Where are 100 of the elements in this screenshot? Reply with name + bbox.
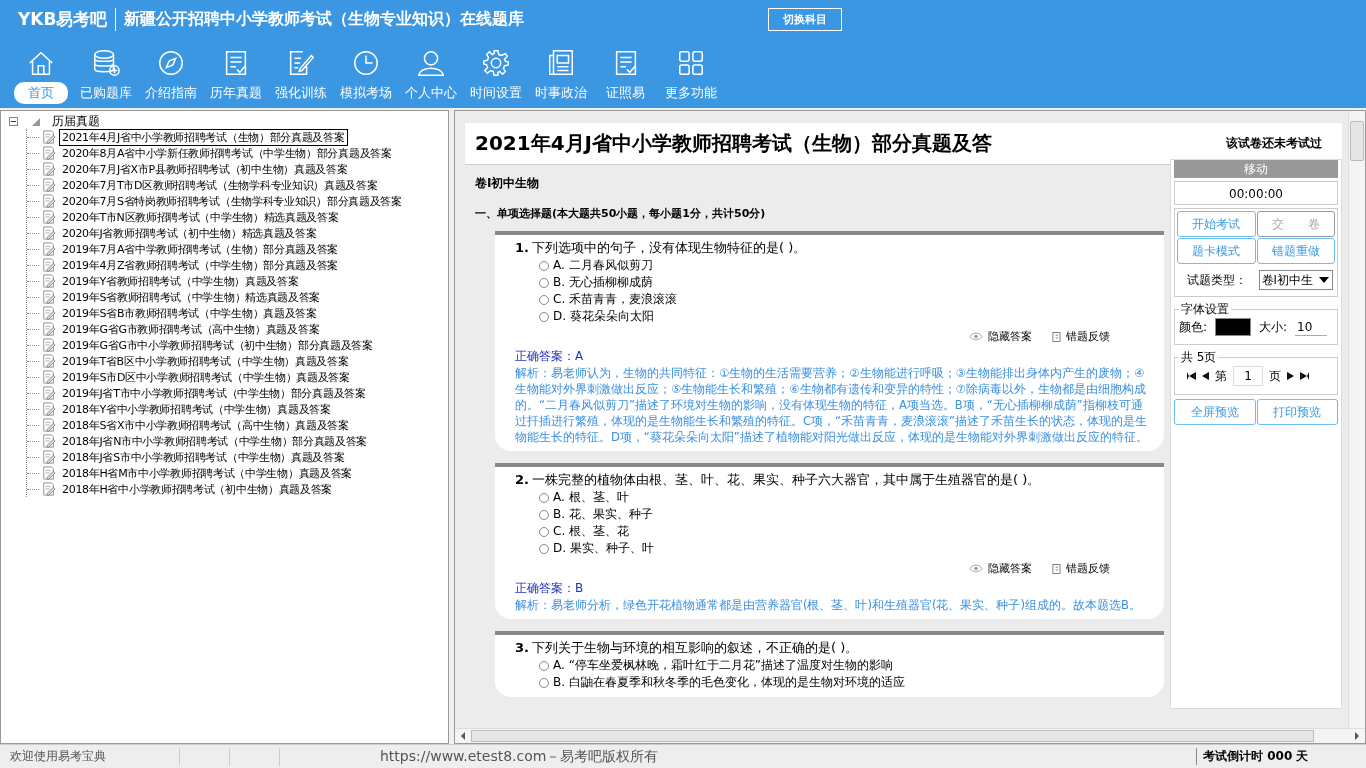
document-edit-icon: [42, 162, 56, 176]
tree-item[interactable]: 2018年Y省中小学教师招聘考试（中学生物）真题及答案: [59, 400, 334, 418]
tree-item[interactable]: 2020年8月A省中小学新任教师招聘考试（中学生物）部分真题及答案: [59, 144, 395, 162]
tree-item[interactable]: 2019年4月Z省教师招聘考试（中学生物）部分真题及答案: [59, 256, 342, 274]
radio-button[interactable]: [539, 311, 549, 322]
eye-icon: [969, 564, 983, 573]
document-edit-icon: [42, 290, 56, 304]
tree-item[interactable]: 2019年S省B市教师招聘考试（中学生物）真题及答案: [59, 304, 320, 322]
document-edit-icon: [42, 386, 56, 400]
timer-display: 00:00:00: [1174, 181, 1338, 205]
option-text: A. “停车坐爱枫林晚，霜叶红于二月花”描述了温度对生物的影响: [553, 657, 894, 674]
page-label: 页: [1269, 367, 1281, 385]
correct-answer: 正确答案：B: [515, 580, 585, 597]
document-edit-icon: [42, 226, 56, 240]
tree-item[interactable]: 2018年H省中小学教师招聘考试（初中生物）真题及答案: [59, 480, 336, 498]
question-number: 1.: [515, 240, 529, 255]
group-title: 字体设置: [1180, 301, 1230, 318]
size-label: 大小:: [1259, 318, 1288, 336]
tree-item[interactable]: 2019年J省T市中小学教师招聘考试（中学生物）部分真题及答案: [59, 384, 369, 402]
error-feedback-link[interactable]: 错题反馈: [1052, 561, 1110, 576]
document-edit-icon: [42, 370, 56, 384]
horizontal-scrollbar[interactable]: [455, 728, 1365, 743]
tree-item[interactable]: 2019年G省G市教师招聘考试（高中生物）真题及答案: [59, 320, 323, 338]
tree-item[interactable]: 2018年H省M市中小学教师招聘考试（中学生物）真题及答案: [59, 464, 356, 482]
document-edit-icon: [42, 178, 56, 192]
document-edit-icon: [42, 130, 56, 144]
volume-heading: 卷Ⅰ初中生物: [474, 175, 541, 192]
document-icon: [1052, 330, 1061, 343]
tree-item[interactable]: 2018年J省N市中小学教师招聘考试（中学生物）部分真题及答案: [59, 432, 371, 450]
option-text: D. 葵花朵朵向太阳: [553, 308, 654, 325]
radio-button[interactable]: [539, 543, 549, 554]
option-text: D. 果实、种子、叶: [553, 540, 654, 557]
tree-item[interactable]: 2020年7月S省特岗教师招聘考试（生物学科专业知识）部分真题及答案: [59, 192, 405, 210]
tree-item[interactable]: 2019年T省B区中小学教师招聘考试（中学生物）真题及答案: [59, 352, 352, 370]
tree-folder[interactable]: 历届真题: [52, 113, 100, 130]
document-edit-icon: [42, 450, 56, 464]
app-logo: YKB易考吧: [18, 7, 117, 31]
copyright-text: https://www.etest8.com－易考吧版权所有: [379, 747, 660, 766]
document-edit-icon: [42, 466, 56, 480]
document-edit-icon: [42, 354, 56, 368]
tree-item[interactable]: 2021年4月J省中小学教师招聘考试（生物）部分真题及答案: [59, 128, 348, 146]
question-text: 下列选项中的句子，没有体现生物特征的是( )。: [532, 240, 807, 255]
color-swatch[interactable]: [1215, 318, 1252, 336]
tree-item[interactable]: 2019年S省教师招聘考试（中学生物）精选真题及答案: [59, 288, 324, 306]
countdown-text: 考试倒计时 000 天: [1196, 748, 1366, 765]
document-edit-icon: [42, 242, 56, 256]
radio-button[interactable]: [539, 294, 549, 305]
tree-item[interactable]: 2019年Y省教师招聘考试（中学生物）真题及答案: [59, 272, 302, 290]
question-text: 下列关于生物与环境的相互影响的叙述，不正确的是( )。: [532, 640, 859, 655]
document-edit-icon: [42, 482, 56, 496]
radio-button[interactable]: [539, 277, 549, 288]
first-page-icon[interactable]: [1187, 372, 1196, 380]
radio-button[interactable]: [539, 677, 549, 688]
type-label: 试题类型：: [1187, 271, 1247, 289]
welcome-text: 欢迎使用易考宝典: [0, 748, 180, 765]
next-page-icon[interactable]: [1287, 372, 1294, 380]
section-heading: 一、单项选择题(本大题共50小题，每小题1分，共计50分): [474, 206, 767, 222]
person-icon[interactable]: [415, 48, 446, 78]
document-edit-icon: [42, 210, 56, 224]
radio-button[interactable]: [539, 660, 549, 671]
eye-icon: [969, 332, 983, 341]
type-dropdown[interactable]: 卷Ⅰ初中生: [1258, 270, 1333, 290]
radio-button[interactable]: [539, 526, 549, 537]
option-text: C. 根、茎、花: [553, 523, 629, 540]
tree-item[interactable]: 2019年S市D区中小学教师招聘考试（中学生物）真题及答案: [59, 368, 353, 386]
error-feedback-link[interactable]: 错题反馈: [1052, 329, 1110, 344]
color-label: 颜色:: [1179, 318, 1208, 336]
tree-item[interactable]: 2019年G省G市中小学教师招聘考试（初中生物）部分真题及答案: [59, 336, 376, 354]
answer-analysis: 解析：易老师分析，绿色开花植物通常都是由营养器官(根、茎、叶)和生殖器官(花、果实、种子)组成的。故本题选B。: [515, 597, 1142, 613]
last-page-icon[interactable]: [1300, 372, 1309, 380]
correct-answer: 正确答案：A: [515, 348, 585, 365]
group-title: 共 5页: [1180, 349, 1218, 366]
document-edit-icon: [42, 418, 56, 432]
radio-button[interactable]: [539, 492, 549, 503]
radio-button[interactable]: [539, 509, 549, 520]
option-text: B. 无心插柳柳成荫: [553, 274, 653, 291]
hide-answer-link[interactable]: 隐藏答案: [969, 561, 1032, 576]
document-edit-icon: [42, 194, 56, 208]
app-title: 新疆公开招聘中小学教师考试（生物专业知识）在线题库: [123, 8, 526, 30]
previous-page-icon[interactable]: [1202, 372, 1209, 380]
page-number-field[interactable]: 1: [1233, 366, 1263, 386]
document-edit-icon: [42, 434, 56, 448]
tree-item[interactable]: 2020年7月T市D区教师招聘考试（生物学科专业知识）真题及答案: [59, 176, 381, 194]
tree-item[interactable]: 2018年J省S市中小学教师招聘考试（中学生物）真题及答案: [59, 448, 348, 466]
question-text: 一株完整的植物体由根、茎、叶、花、果实、种子六大器官，其中属于生殖器官的是( )。: [532, 472, 1041, 487]
document-icon: [1052, 562, 1061, 575]
tree-item[interactable]: 2018年S省X市中小学教师招聘考试（高中生物）真题及答案: [59, 416, 352, 434]
vertical-scrollbar[interactable]: [1348, 111, 1365, 728]
hide-answer-link[interactable]: 隐藏答案: [969, 329, 1032, 344]
option-text: A. 根、茎、叶: [553, 489, 629, 506]
settings-icon[interactable]: [480, 48, 511, 78]
tree-item[interactable]: 2020年T市N区教师招聘考试（中学生物）精选真题及答案: [59, 208, 342, 226]
tree-item[interactable]: 2019年7月A省中学教师招聘考试（生物）部分真题及答案: [59, 240, 342, 258]
caret-icon: [1319, 277, 1329, 283]
radio-button[interactable]: [539, 260, 549, 271]
tree-item[interactable]: 2020年J省教师招聘考试（初中生物）精选真题及答案: [59, 224, 320, 242]
tree-item[interactable]: 2020年7月J省X市P县教师招聘考试（初中生物）真题及答案: [59, 160, 351, 178]
page-label: 第: [1215, 367, 1227, 385]
collapse-toggle-icon[interactable]: [9, 117, 18, 126]
document-edit-icon: [42, 338, 56, 352]
